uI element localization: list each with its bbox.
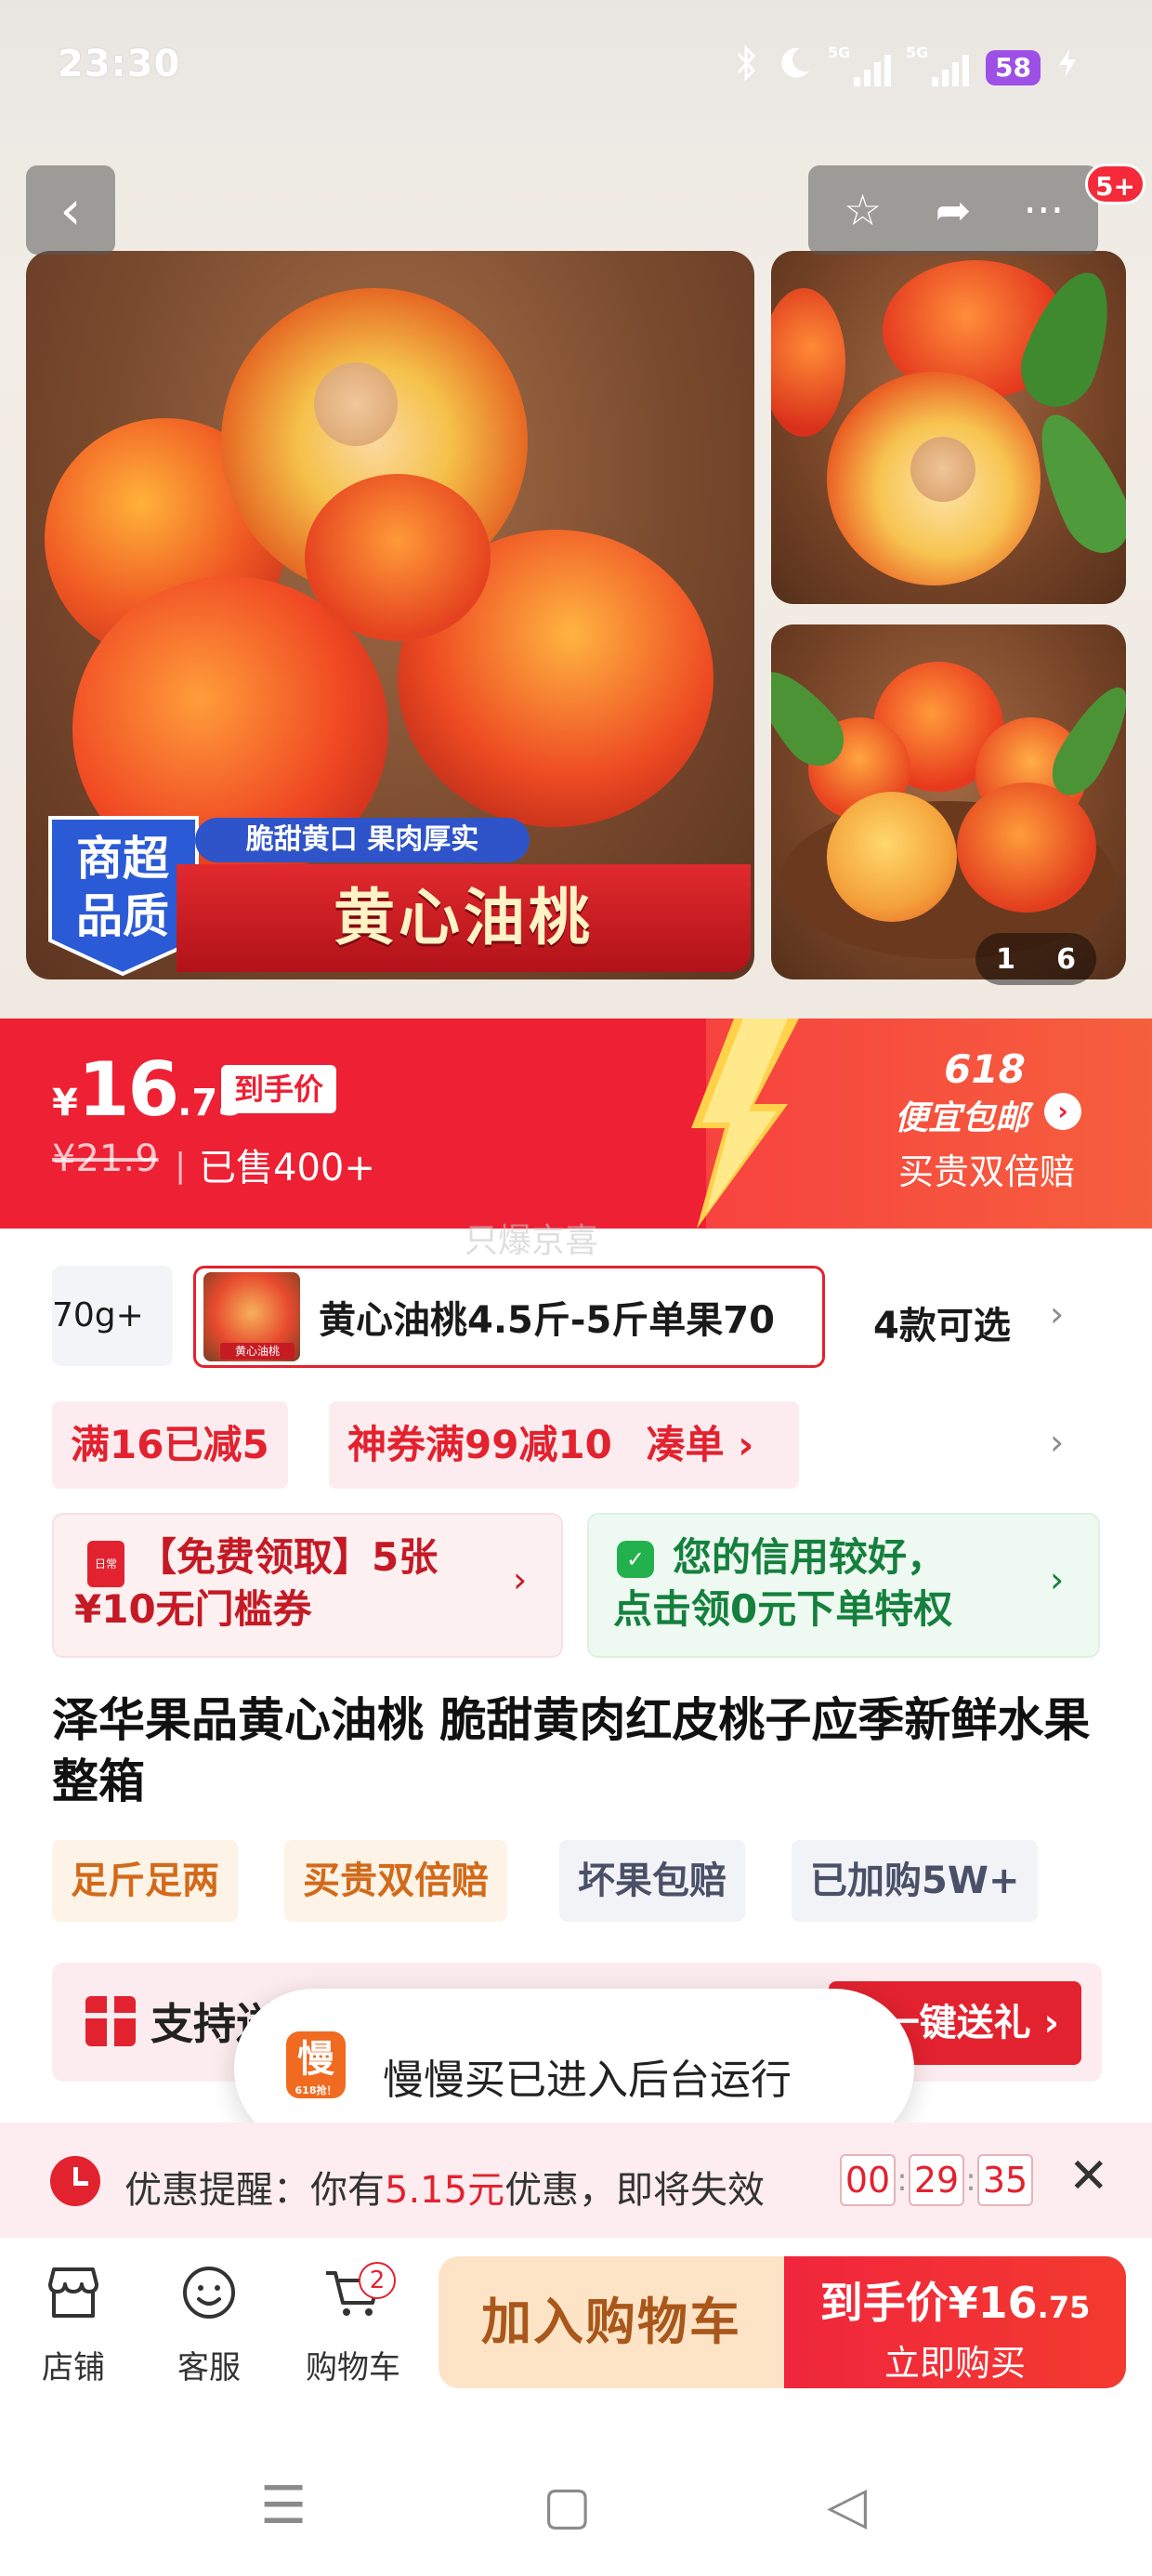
gallery-thumbnail[interactable] bbox=[771, 624, 1126, 979]
price-bar: ¥ 16 .75 到手价 ¥21.9 | 已售400+ 618 便宜包邮 › 买… bbox=[0, 1019, 1152, 1229]
chevron-right-icon[interactable]: › bbox=[1044, 1093, 1081, 1130]
tag-pill: 足斤足两 bbox=[52, 1840, 238, 1922]
chevron-right-icon: › bbox=[1050, 1559, 1065, 1600]
add-to-cart-button[interactable]: 加入购物车 bbox=[439, 2256, 784, 2388]
status-icons: 5G 5G 58 bbox=[735, 44, 1078, 90]
tag-pill: 已加购5W+ bbox=[792, 1840, 1039, 1922]
net-price-tag: 到手价 bbox=[221, 1065, 337, 1113]
variant-thumbnail: 黄心油桃 bbox=[203, 1272, 300, 1361]
gift-icon bbox=[85, 1996, 136, 2046]
current-price: ¥ 16 .75 bbox=[52, 1046, 244, 1133]
image-title-banner: 黄心油桃 bbox=[177, 864, 751, 972]
clock-icon bbox=[50, 2156, 100, 2206]
shopping-bag-icon: ✓ bbox=[617, 1541, 654, 1578]
product-title: 泽华果品黄心油桃 脆甜黄肉红皮桃子应季新鲜水果整箱 bbox=[52, 1693, 1091, 1808]
promo-618-subtitle[interactable]: 便宜包邮 bbox=[873, 1091, 1050, 1139]
reminder-text: 优惠提醒：你有5.15元优惠，即将失效 bbox=[124, 2169, 766, 2212]
chevron-right-icon: › bbox=[513, 1559, 528, 1600]
gallery-thumbnail[interactable] bbox=[771, 251, 1126, 604]
store-button[interactable]: 店铺 bbox=[22, 2260, 124, 2387]
promo-618-desc[interactable]: 买贵双倍赔 bbox=[875, 1143, 1098, 1194]
charging-icon bbox=[1057, 46, 1078, 88]
coupon-icon: 日常 bbox=[87, 1541, 124, 1587]
promo-618-title[interactable]: 618 bbox=[873, 1046, 1096, 1092]
chat-smile-icon bbox=[158, 2260, 260, 2336]
price-divider: | bbox=[175, 1147, 187, 1185]
free-coupon-card[interactable]: 日常 【免费领取】5张 ¥10无门槛券 › bbox=[52, 1513, 563, 1658]
app-icon: 慢 618抢！ bbox=[286, 2031, 346, 2098]
signal-icon: 5G bbox=[828, 44, 892, 86]
coupon-tag[interactable]: 满16已减5 bbox=[52, 1401, 288, 1489]
coupon-row: 满16已减5 神券满99减10 凑单 › › bbox=[0, 1401, 1152, 1491]
menu-icon[interactable]: ☰ bbox=[260, 2476, 307, 2536]
toast-message: 慢慢买已进入后台运行 bbox=[383, 2057, 792, 2104]
tag-pill: 买贵双倍赔 bbox=[284, 1840, 507, 1922]
message-badge: 5+ bbox=[1085, 164, 1145, 204]
cart-button[interactable]: 2 购物车 bbox=[297, 2260, 409, 2387]
store-icon bbox=[22, 2260, 124, 2336]
moon-icon bbox=[776, 45, 813, 90]
variant-label: 黄心油桃4.5斤-5斤单果70 bbox=[319, 1299, 775, 1342]
cart-count-badge: 2 bbox=[359, 2262, 396, 2299]
collect-orders-link[interactable]: 凑单 › bbox=[647, 1422, 754, 1467]
bluetooth-icon bbox=[735, 45, 759, 90]
slogan-pill: 脆甜黄口 果肉厚实 bbox=[195, 818, 530, 862]
home-icon[interactable]: ▢ bbox=[543, 2476, 592, 2536]
variant-selector: 70g+ 黄心油桃 黄心油桃4.5斤-5斤单果70 4款可选 › bbox=[0, 1262, 1152, 1373]
countdown-seconds: 35 bbox=[977, 2154, 1033, 2206]
system-navigation-bar: ☰ ▢ ◁ bbox=[0, 2424, 1152, 2576]
countdown-minutes: 29 bbox=[909, 2154, 964, 2206]
signal-icon: 5G bbox=[906, 44, 970, 86]
original-price: ¥21.9 bbox=[52, 1137, 159, 1180]
back-icon[interactable]: ◁ bbox=[827, 2476, 867, 2536]
countdown-timer: 00 : 29 : 35 bbox=[840, 2154, 1033, 2206]
bottom-action-bar: 店铺 客服 2 购物车 加入购物车 到手价¥16.75 立即购买 bbox=[0, 2238, 1152, 2424]
customer-service-button[interactable]: 客服 bbox=[158, 2260, 260, 2387]
variant-option-selected[interactable]: 黄心油桃 黄心油桃4.5斤-5斤单果70 bbox=[193, 1266, 825, 1368]
favorite-icon[interactable]: ☆ bbox=[821, 168, 905, 252]
variant-option[interactable]: 70g+ bbox=[52, 1266, 173, 1366]
chevron-left-icon: ‹ bbox=[59, 178, 82, 242]
status-bar: 23:30 5G 5G 58 bbox=[0, 0, 1152, 139]
coupon-tag[interactable]: 神券满99减10 凑单 › bbox=[329, 1401, 799, 1489]
discount-reminder-bar: 优惠提醒：你有5.15元优惠，即将失效 00 : 29 : 35 ✕ bbox=[0, 2123, 1152, 2238]
credit-privilege-card[interactable]: ✓ 您的信用较好， 点击领0元下单特权 › bbox=[587, 1513, 1100, 1658]
countdown-hours: 00 bbox=[840, 2154, 896, 2206]
lightning-decoration bbox=[691, 1019, 799, 1229]
gallery-page-indicator: 1 6 bbox=[975, 933, 1096, 985]
chevron-right-icon[interactable]: › bbox=[1050, 1422, 1064, 1463]
watermark-text: 只爆京喜 bbox=[465, 1222, 599, 1260]
variant-count[interactable]: 4款可选 bbox=[873, 1295, 1011, 1349]
top-action-group: ☆ ➦ ··· bbox=[808, 165, 1098, 255]
share-icon[interactable]: ➦ bbox=[911, 168, 995, 252]
status-time: 23:30 bbox=[58, 43, 181, 85]
battery-indicator: 58 bbox=[986, 49, 1041, 85]
more-icon[interactable]: ··· bbox=[1001, 168, 1085, 252]
close-icon[interactable]: ✕ bbox=[1068, 2149, 1109, 2204]
tag-pill: 坏果包赔 bbox=[559, 1840, 745, 1922]
product-gallery-area: 23:30 5G 5G 58 商超 品质 脆甜黄口 果肉厚实 黄心油桃 1 6 … bbox=[0, 0, 1152, 1019]
back-button[interactable]: ‹ bbox=[26, 165, 115, 255]
sold-count: 已售400+ bbox=[199, 1147, 375, 1189]
buy-now-button[interactable]: 到手价¥16.75 立即购买 bbox=[784, 2256, 1126, 2388]
chevron-right-icon[interactable]: › bbox=[1050, 1294, 1064, 1334]
